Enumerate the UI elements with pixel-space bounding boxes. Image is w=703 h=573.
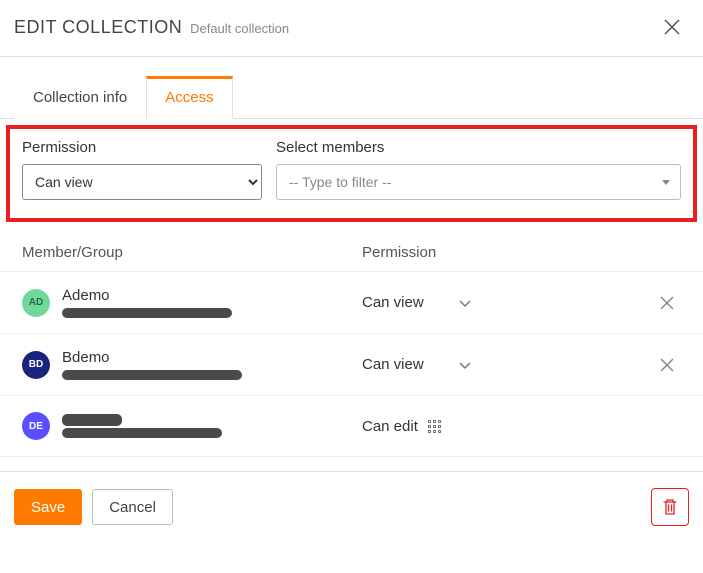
col-header-permission: Permission xyxy=(362,244,681,261)
dialog-title: EDIT COLLECTION xyxy=(14,17,182,37)
member-detail-redacted xyxy=(62,370,242,380)
title-wrap: EDIT COLLECTION Default collection xyxy=(14,17,289,38)
avatar: AD xyxy=(22,289,50,317)
members-combobox[interactable] xyxy=(276,164,681,200)
chevron-down-icon xyxy=(458,358,472,372)
dialog-header: EDIT COLLECTION Default collection xyxy=(0,0,703,56)
member-name: Bdemo xyxy=(62,349,362,366)
member-name-redacted xyxy=(62,414,122,426)
save-button[interactable]: Save xyxy=(14,489,82,525)
avatar: DE xyxy=(22,412,50,440)
members-field: Select members xyxy=(276,139,681,200)
permission-select[interactable]: Can view xyxy=(22,164,262,200)
row-permission-select[interactable]: Can view xyxy=(362,294,472,311)
close-button[interactable] xyxy=(659,14,685,40)
member-detail-redacted xyxy=(62,308,232,318)
table-row: BD Bdemo Can view xyxy=(0,333,703,395)
permission-cell: Can edit xyxy=(362,418,653,435)
avatar: BD xyxy=(22,351,50,379)
permission-cell: Can view xyxy=(362,294,653,311)
dialog-footer: Save Cancel xyxy=(0,471,703,542)
members-label: Select members xyxy=(276,139,681,156)
row-permission-value: Can view xyxy=(362,356,424,373)
divider xyxy=(0,56,703,57)
member-detail-redacted xyxy=(62,428,222,438)
member-info xyxy=(62,414,362,438)
permission-label: Permission xyxy=(22,139,262,156)
trash-icon xyxy=(662,498,678,516)
row-permission-value: Can edit xyxy=(362,418,418,435)
remove-member-button[interactable] xyxy=(653,289,681,317)
chevron-down-icon xyxy=(458,296,472,310)
table-row: DE Can edit xyxy=(0,395,703,457)
member-info: Ademo xyxy=(62,287,362,318)
members-filter-input[interactable] xyxy=(287,173,662,191)
member-name: Ademo xyxy=(62,287,362,304)
close-icon xyxy=(659,295,675,311)
delete-button[interactable] xyxy=(651,488,689,526)
table-row: AD Ademo Can view xyxy=(0,271,703,333)
col-header-member: Member/Group xyxy=(22,244,362,261)
permission-cell: Can view xyxy=(362,356,653,373)
member-info: Bdemo xyxy=(62,349,362,380)
cancel-button[interactable]: Cancel xyxy=(92,489,173,525)
table-header: Member/Group Permission xyxy=(0,226,703,271)
add-member-panel: Permission Can view Select members xyxy=(6,125,697,222)
close-icon xyxy=(659,357,675,373)
row-permission-select[interactable]: Can view xyxy=(362,356,472,373)
tab-collection-info[interactable]: Collection info xyxy=(14,76,146,119)
tab-bar: Collection info Access xyxy=(0,75,703,119)
close-icon xyxy=(663,18,681,36)
permission-field: Permission Can view xyxy=(22,139,262,200)
grid-icon xyxy=(428,420,441,433)
tab-access[interactable]: Access xyxy=(146,76,232,119)
chevron-down-icon xyxy=(662,180,670,185)
remove-member-button[interactable] xyxy=(653,351,681,379)
row-permission-value: Can view xyxy=(362,294,424,311)
dialog-subtitle: Default collection xyxy=(190,21,289,36)
